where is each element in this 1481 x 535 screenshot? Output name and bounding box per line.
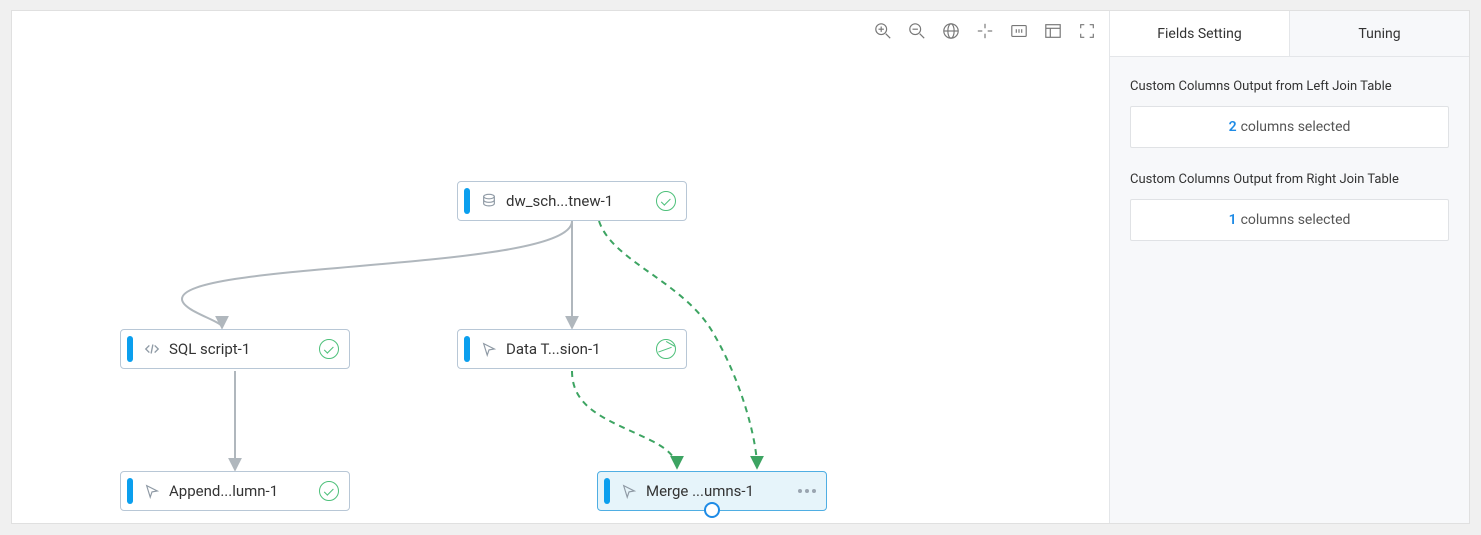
status-success-icon bbox=[656, 191, 676, 211]
right-columns-text: columns selected bbox=[1241, 212, 1351, 228]
node-label: SQL script-1 bbox=[169, 340, 313, 358]
left-columns-count: 2 bbox=[1229, 119, 1237, 135]
node-label: Append...lumn-1 bbox=[169, 482, 313, 500]
node-sql-script[interactable]: SQL script-1 bbox=[120, 329, 350, 369]
more-icon[interactable] bbox=[798, 489, 816, 493]
cursor-icon bbox=[480, 340, 498, 358]
app-frame: dw_sch...tnew-1 SQL script-1 Data T...si… bbox=[11, 10, 1470, 524]
zoom-in-icon[interactable] bbox=[873, 21, 893, 41]
zoom-out-icon[interactable] bbox=[907, 21, 927, 41]
cursor-icon bbox=[143, 482, 161, 500]
node-stripe bbox=[604, 478, 610, 504]
edges-layer bbox=[12, 11, 1109, 523]
left-columns-text: columns selected bbox=[1241, 119, 1351, 135]
recenter-icon[interactable] bbox=[975, 21, 995, 41]
status-success-icon bbox=[319, 339, 339, 359]
fullscreen-icon[interactable] bbox=[1077, 21, 1097, 41]
node-label: Data T...sion-1 bbox=[506, 340, 650, 358]
cursor-icon bbox=[620, 482, 638, 500]
database-icon bbox=[480, 192, 498, 210]
right-columns-selector[interactable]: 1 columns selected bbox=[1130, 199, 1449, 241]
tab-tuning[interactable]: Tuning bbox=[1290, 11, 1469, 56]
code-icon bbox=[143, 340, 161, 358]
left-columns-selector[interactable]: 2 columns selected bbox=[1130, 106, 1449, 148]
actual-size-icon[interactable] bbox=[1009, 21, 1029, 41]
node-stripe bbox=[464, 188, 470, 214]
right-join-label: Custom Columns Output from Right Join Ta… bbox=[1130, 172, 1449, 187]
status-chart-icon bbox=[656, 339, 676, 359]
node-label: dw_sch...tnew-1 bbox=[506, 192, 650, 210]
status-success-icon bbox=[319, 481, 339, 501]
node-append-column[interactable]: Append...lumn-1 bbox=[120, 471, 350, 511]
layout-icon[interactable] bbox=[1043, 21, 1063, 41]
node-data-transform[interactable]: Data T...sion-1 bbox=[457, 329, 687, 369]
node-dw-schema[interactable]: dw_sch...tnew-1 bbox=[457, 181, 687, 221]
panel-tabs: Fields Setting Tuning bbox=[1110, 11, 1469, 57]
node-label: Merge ...umns-1 bbox=[646, 482, 792, 500]
canvas-toolbar bbox=[873, 21, 1097, 41]
node-stripe bbox=[464, 336, 470, 362]
globe-icon[interactable] bbox=[941, 21, 961, 41]
node-stripe bbox=[127, 336, 133, 362]
right-panel: Fields Setting Tuning Custom Columns Out… bbox=[1109, 11, 1469, 523]
panel-body: Custom Columns Output from Left Join Tab… bbox=[1110, 57, 1469, 265]
tab-fields-setting[interactable]: Fields Setting bbox=[1110, 11, 1290, 56]
right-columns-count: 1 bbox=[1229, 212, 1237, 228]
node-merge-columns[interactable]: Merge ...umns-1 bbox=[597, 471, 827, 511]
node-stripe bbox=[127, 478, 133, 504]
left-join-label: Custom Columns Output from Left Join Tab… bbox=[1130, 79, 1449, 94]
workflow-canvas[interactable]: dw_sch...tnew-1 SQL script-1 Data T...si… bbox=[12, 11, 1109, 523]
output-port[interactable] bbox=[704, 502, 720, 518]
